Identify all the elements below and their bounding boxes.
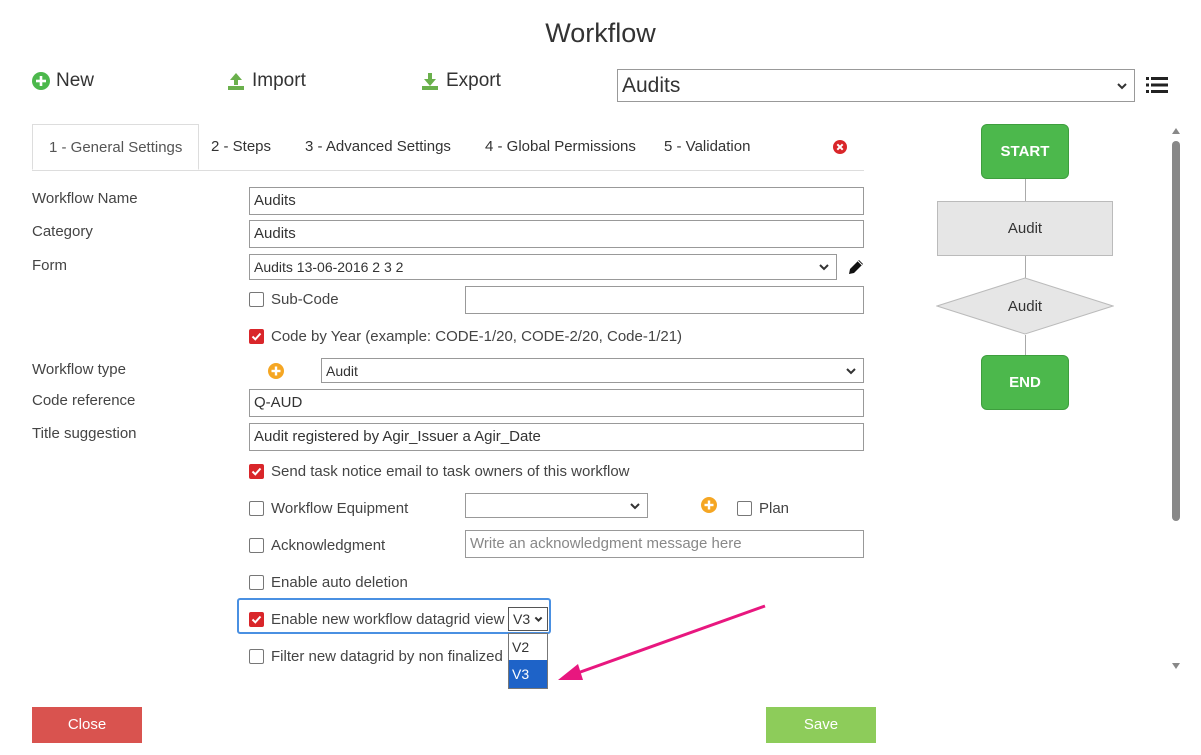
close-circle-icon[interactable]: [833, 140, 847, 154]
download-icon: [422, 73, 438, 90]
workflow-equipment-select[interactable]: [465, 493, 648, 518]
code-by-year-row[interactable]: Code by Year (example: CODE-1/20, CODE-2…: [249, 328, 682, 345]
tab-general-settings[interactable]: 1 - General Settings: [32, 124, 200, 170]
send-task-notice-checkbox[interactable]: [249, 464, 264, 479]
workflow-equipment-row[interactable]: Workflow Equipment: [249, 500, 408, 517]
import-label: Import: [252, 70, 306, 91]
scrollbar-thumb[interactable]: [1172, 141, 1180, 521]
datagrid-version-dropdown: V2 V3: [508, 633, 548, 689]
scroll-down-icon[interactable]: [1172, 662, 1180, 670]
filter-datagrid-label: Filter new datagrid by non finalized re: [271, 648, 521, 665]
new-label: New: [56, 70, 95, 91]
tab-global-permissions[interactable]: 4 - Global Permissions: [485, 124, 636, 170]
send-task-notice-row[interactable]: Send task notice email to task owners of…: [249, 463, 630, 480]
add-workflow-type-icon[interactable]: [268, 363, 284, 379]
chevron-down-icon: [1117, 82, 1127, 89]
new-datagrid-label: Enable new workflow datagrid view: [271, 611, 505, 628]
upload-icon: [228, 73, 244, 90]
category-input[interactable]: Audits: [249, 220, 864, 248]
code-reference-input[interactable]: Q-AUD: [249, 389, 864, 417]
acknowledgment-label: Acknowledgment: [271, 537, 386, 554]
flow-connector: [1025, 335, 1026, 355]
sub-code-row[interactable]: Sub-Code: [249, 291, 339, 308]
flow-start-node[interactable]: START: [981, 124, 1069, 179]
vertical-scrollbar[interactable]: [1170, 125, 1182, 673]
flow-connector: [1025, 179, 1026, 201]
auto-deletion-label: Enable auto deletion: [271, 574, 408, 591]
plan-checkbox[interactable]: [737, 501, 752, 516]
code-reference-label: Code reference: [32, 392, 136, 409]
tab-steps[interactable]: 2 - Steps: [211, 124, 271, 170]
new-button[interactable]: New: [32, 70, 94, 92]
code-by-year-checkbox[interactable]: [249, 329, 264, 344]
flow-decision-node[interactable]: Audit: [936, 277, 1114, 335]
add-equipment-icon[interactable]: [701, 497, 717, 513]
plan-label: Plan: [759, 500, 790, 517]
tab-advanced-settings[interactable]: 3 - Advanced Settings: [305, 124, 451, 170]
annotation-arrow: [558, 604, 766, 680]
window-title: Workflow: [545, 18, 656, 48]
new-datagrid-checkbox[interactable]: [249, 612, 264, 627]
acknowledgment-checkbox[interactable]: [249, 538, 264, 553]
dropdown-option-v2[interactable]: V2: [509, 634, 547, 660]
plan-row[interactable]: Plan: [737, 500, 789, 517]
flow-connector: [1025, 256, 1026, 278]
workflow-type-select[interactable]: Audit: [321, 358, 864, 383]
title-suggestion-label: Title suggestion: [32, 425, 137, 442]
auto-deletion-checkbox[interactable]: [249, 575, 264, 590]
tab-validation[interactable]: 5 - Validation: [664, 124, 750, 170]
tab-bar: 1 - General Settings 2 - Steps 3 - Advan…: [32, 124, 864, 171]
flow-step-node[interactable]: Audit: [937, 201, 1113, 256]
sub-code-input[interactable]: [465, 286, 864, 314]
category-label: Category: [32, 223, 93, 240]
workflow-select-value: Audits: [622, 73, 681, 97]
sub-code-checkbox[interactable]: [249, 292, 264, 307]
acknowledgment-row[interactable]: Acknowledgment: [249, 537, 385, 554]
form-label: Form: [32, 257, 67, 274]
save-button[interactable]: Save: [766, 707, 876, 743]
dropdown-option-v3[interactable]: V3: [509, 660, 547, 688]
workflow-name-label: Workflow Name: [32, 190, 138, 207]
workflow-name-input[interactable]: Audits: [249, 187, 864, 215]
import-button[interactable]: Import: [226, 70, 306, 92]
export-button[interactable]: Export: [420, 70, 501, 92]
flow-end-node[interactable]: END: [981, 355, 1069, 410]
workflow-type-value: Audit: [326, 362, 358, 379]
form-select-value: Audits 13-06-2016 2 3 2: [254, 259, 404, 275]
new-datagrid-row[interactable]: Enable new workflow datagrid view: [249, 611, 504, 628]
code-by-year-label: Code by Year (example: CODE-1/20, CODE-2…: [271, 328, 683, 345]
workflow-equipment-checkbox[interactable]: [249, 501, 264, 516]
export-label: Export: [446, 70, 501, 91]
scroll-up-icon[interactable]: [1172, 127, 1180, 135]
plus-circle-icon: [32, 72, 50, 90]
close-button[interactable]: Close: [32, 707, 142, 743]
form-select[interactable]: Audits 13-06-2016 2 3 2: [249, 254, 837, 280]
datagrid-version-value: V3: [513, 611, 531, 627]
chevron-down-icon: [534, 616, 543, 622]
acknowledgment-input[interactable]: Write an acknowledgment message here: [465, 530, 864, 558]
pencil-icon[interactable]: [846, 257, 866, 277]
workflow-select[interactable]: Audits: [617, 69, 1135, 102]
filter-datagrid-row[interactable]: Filter new datagrid by non finalized re: [249, 648, 520, 665]
workflow-equipment-label: Workflow Equipment: [271, 500, 409, 517]
workflow-type-label: Workflow type: [32, 361, 126, 378]
auto-deletion-row[interactable]: Enable auto deletion: [249, 574, 408, 591]
chevron-down-icon: [846, 367, 856, 374]
send-task-notice-label: Send task notice email to task owners of…: [271, 463, 630, 480]
title-suggestion-input[interactable]: Audit registered by Agir_Issuer a Agir_D…: [249, 423, 864, 451]
filter-datagrid-checkbox[interactable]: [249, 649, 264, 664]
datagrid-version-select[interactable]: V3: [508, 607, 548, 631]
chevron-down-icon: [819, 264, 829, 271]
chevron-down-icon: [630, 502, 640, 509]
list-menu-icon[interactable]: [1146, 75, 1168, 95]
sub-code-label: Sub-Code: [271, 291, 339, 308]
